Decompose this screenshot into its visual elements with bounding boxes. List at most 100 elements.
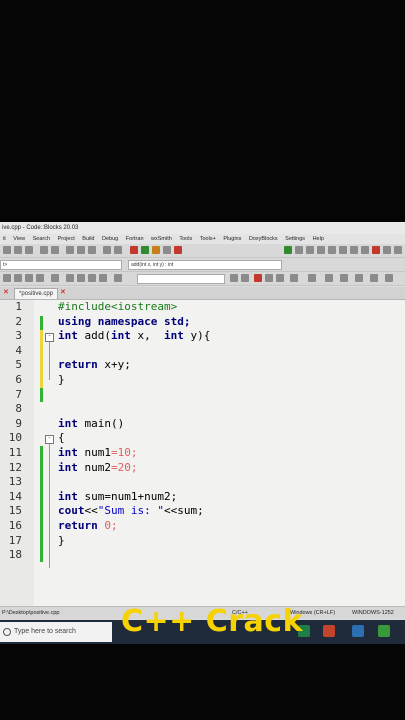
line-number: 18	[8, 548, 22, 562]
line-number: 14	[8, 489, 22, 503]
menu-view[interactable]: View	[13, 236, 25, 242]
window-icon[interactable]	[325, 274, 333, 282]
code-editor[interactable]: - - 1 #include<iostream> 2 using namespa…	[0, 300, 405, 606]
menu-tools-plus[interactable]: Tools+	[200, 236, 216, 242]
menu-build[interactable]: Build	[82, 236, 94, 242]
code-line: 6 }	[0, 373, 405, 388]
menu-wxsmith[interactable]: wxSmith	[151, 236, 172, 242]
abort-icon[interactable]	[174, 246, 182, 254]
code-token: main()	[77, 416, 125, 430]
function-combo[interactable]: add(int x, int y) : int	[128, 260, 282, 270]
menu-bar: it View Search Project Build Debug Fortr…	[0, 234, 405, 244]
code-line: 1 #include<iostream>	[0, 300, 405, 315]
keyword: int	[58, 460, 78, 474]
new-file-icon[interactable]	[3, 246, 11, 254]
comment-icon[interactable]	[25, 274, 33, 282]
number-literal: 20	[117, 460, 131, 474]
pause-icon[interactable]	[361, 246, 369, 254]
copy-icon[interactable]	[77, 246, 85, 254]
menu-tools[interactable]: Tools	[179, 236, 192, 242]
code-line: 9 int main()	[0, 417, 405, 432]
step-instruction-icon[interactable]	[339, 246, 347, 254]
match-case-icon[interactable]	[290, 274, 298, 282]
cursor-icon[interactable]	[308, 274, 316, 282]
next-bookmark-icon[interactable]	[88, 274, 96, 282]
menu-edit[interactable]: it	[3, 236, 6, 242]
number-literal: 0	[104, 519, 111, 532]
close-tab-icon[interactable]: ✕	[60, 288, 66, 298]
select-icon[interactable]	[265, 274, 273, 282]
line-number: 5	[15, 358, 22, 372]
rebuild-icon[interactable]	[163, 246, 171, 254]
code-text: }	[58, 373, 65, 386]
app-icon[interactable]	[352, 625, 364, 637]
break-icon[interactable]	[350, 246, 358, 254]
debug-step-icon[interactable]	[295, 246, 303, 254]
jump-forward-icon[interactable]	[14, 274, 22, 282]
build-and-run-icon[interactable]	[152, 246, 160, 254]
step-out-icon[interactable]	[317, 246, 325, 254]
keyword: int	[111, 329, 131, 343]
paste-icon[interactable]	[88, 246, 96, 254]
menu-debug[interactable]: Debug	[102, 236, 118, 242]
scope-combo[interactable]: t>	[0, 260, 122, 270]
code-line: 12 int num2=20;	[0, 461, 405, 476]
undo-icon[interactable]	[40, 246, 48, 254]
redo-icon[interactable]	[51, 246, 59, 254]
menu-search[interactable]: Search	[33, 236, 50, 242]
debug-run-icon[interactable]	[284, 246, 292, 254]
tab-positive-cpp[interactable]: *positive.cpp	[14, 288, 59, 299]
menu-plugins[interactable]: Plugins	[223, 236, 241, 242]
prev-bookmark-icon[interactable]	[77, 274, 85, 282]
taskbar-search-input[interactable]: Type here to search	[0, 622, 112, 642]
find-icon[interactable]	[103, 246, 111, 254]
symbol-combo[interactable]	[137, 274, 225, 284]
close-tab-icon[interactable]: ✕	[3, 288, 9, 298]
save-icon[interactable]	[25, 246, 33, 254]
menu-fortran[interactable]: Fortran	[126, 236, 144, 242]
highlight-icon[interactable]	[254, 274, 262, 282]
edit-toolbar	[0, 272, 405, 286]
code-line: 16 return 0;	[0, 519, 405, 534]
menu-settings[interactable]: Settings	[285, 236, 305, 242]
menu-help[interactable]: Help	[313, 236, 324, 242]
layout-icon[interactable]	[355, 274, 363, 282]
code-token: y){	[183, 329, 211, 343]
menu-doxyblocks[interactable]: DoxyBlocks	[249, 236, 278, 242]
code-line: 11 int num1=10;	[0, 446, 405, 461]
clear-bookmarks-icon[interactable]	[99, 274, 107, 282]
keyword: cout	[58, 504, 85, 518]
open-file-icon[interactable]	[14, 246, 22, 254]
operator: =	[111, 460, 118, 474]
code-line: 5 return x+y;	[0, 358, 405, 373]
stop-debug-icon[interactable]	[372, 246, 380, 254]
next-instruction-icon[interactable]	[328, 246, 336, 254]
menu-project[interactable]: Project	[58, 236, 75, 242]
cut-icon[interactable]	[66, 246, 74, 254]
arrow-left-icon[interactable]	[230, 274, 238, 282]
keyword: int	[58, 329, 78, 343]
code-text: int num2=20;	[58, 461, 138, 476]
zoom-icon[interactable]	[276, 274, 284, 282]
split-icon[interactable]	[370, 274, 378, 282]
line-number: 11	[8, 446, 22, 459]
codeblocks-icon[interactable]	[378, 625, 390, 637]
step-into-icon[interactable]	[306, 246, 314, 254]
info-icon[interactable]	[394, 246, 402, 254]
uncomment-icon[interactable]	[36, 274, 44, 282]
bookmark-icon[interactable]	[66, 274, 74, 282]
run-icon[interactable]	[141, 246, 149, 254]
powerpoint-icon[interactable]	[323, 625, 335, 637]
replace-icon[interactable]	[114, 246, 122, 254]
panel-icon[interactable]	[340, 274, 348, 282]
arrow-right-icon[interactable]	[241, 274, 249, 282]
match-brace-icon[interactable]	[51, 274, 59, 282]
build-icon[interactable]	[130, 246, 138, 254]
main-toolbar	[0, 244, 405, 258]
line-number: 12	[8, 460, 22, 474]
jump-back-icon[interactable]	[3, 274, 11, 282]
debug-windows-icon[interactable]	[383, 246, 391, 254]
search-icon	[3, 628, 11, 636]
code-completion-icon[interactable]	[114, 274, 122, 282]
fullscreen-icon[interactable]	[385, 274, 393, 282]
